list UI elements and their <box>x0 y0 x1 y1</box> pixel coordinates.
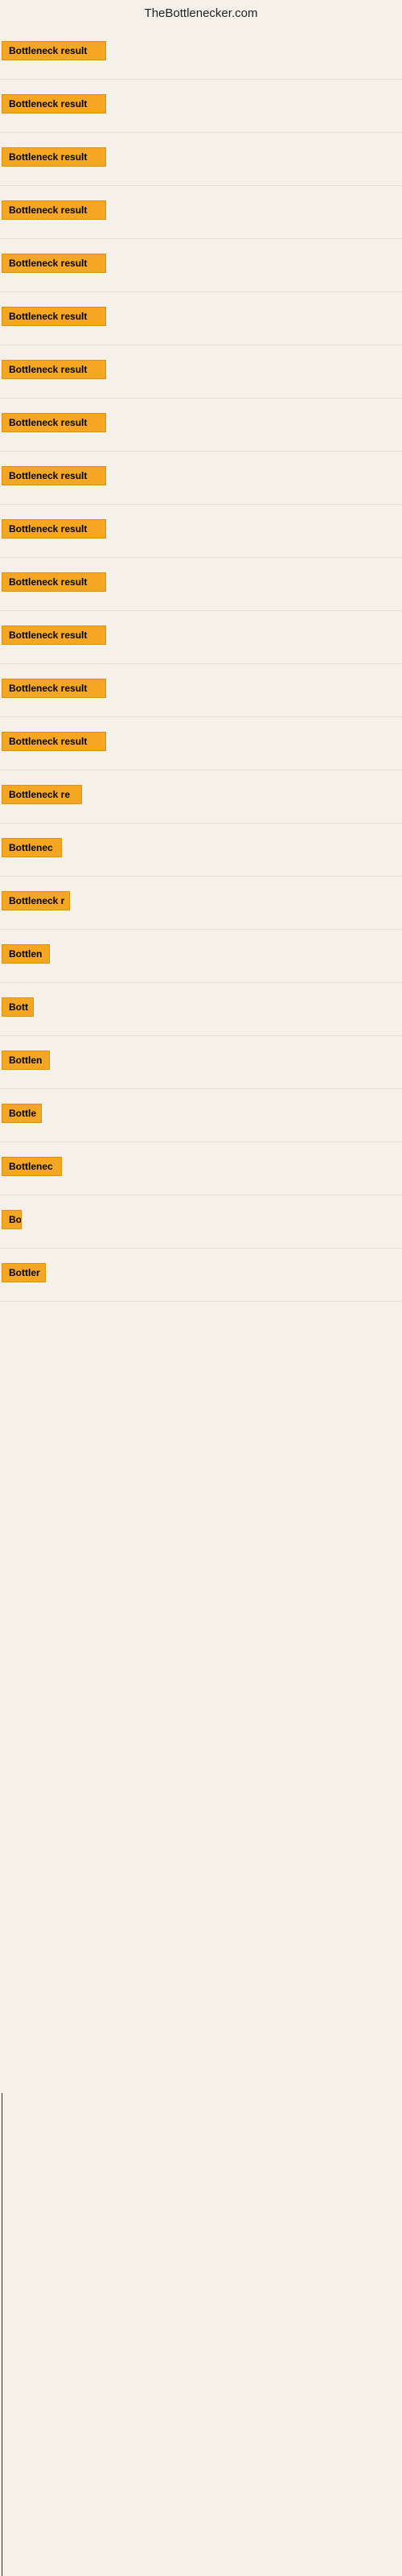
bottleneck-result-bar[interactable]: Bottleneck result <box>2 679 106 698</box>
bottleneck-result-bar[interactable]: Bottleneck re <box>2 785 82 804</box>
list-item: Bottleneck result <box>0 398 402 452</box>
list-item: Bottleneck r <box>0 877 402 930</box>
list-item: Bottleneck result <box>0 452 402 505</box>
list-item: Bottlenec <box>0 1142 402 1195</box>
bottleneck-result-bar[interactable]: Bottlenec <box>2 1157 62 1176</box>
list-item: Bottleneck result <box>0 717 402 770</box>
bottleneck-result-bar[interactable]: Bottleneck result <box>2 41 106 60</box>
bottleneck-result-bar[interactable]: Bottleneck result <box>2 200 106 220</box>
bottleneck-result-bar[interactable]: Bottlen <box>2 944 50 964</box>
bottleneck-result-bar[interactable]: Bottleneck result <box>2 94 106 114</box>
bottleneck-result-bar[interactable]: Bottleneck result <box>2 466 106 485</box>
list-item: Bottleneck result <box>0 80 402 133</box>
site-title: TheBottlenecker.com <box>0 0 402 27</box>
list-item: Bottle <box>0 1089 402 1142</box>
list-item: Bottleneck result <box>0 345 402 398</box>
list-item: Bottler <box>0 1249 402 1302</box>
bottleneck-result-bar[interactable]: Bo <box>2 1210 22 1229</box>
list-item: Bottleneck re <box>0 770 402 824</box>
list-item: Bo <box>0 1195 402 1249</box>
bottleneck-result-bar[interactable]: Bottleneck result <box>2 307 106 326</box>
bottleneck-result-bar[interactable]: Bottleneck result <box>2 732 106 751</box>
bottleneck-result-bar[interactable]: Bott <box>2 997 34 1017</box>
bottleneck-result-bar[interactable]: Bottleneck result <box>2 413 106 432</box>
bottleneck-result-bar[interactable]: Bottleneck r <box>2 891 70 910</box>
list-item: Bottleneck result <box>0 664 402 717</box>
list-item: Bottlen <box>0 1036 402 1089</box>
bottleneck-result-bar[interactable]: Bottlenec <box>2 838 62 857</box>
bottleneck-result-bar[interactable]: Bottle <box>2 1104 42 1123</box>
bottleneck-result-bar[interactable]: Bottleneck result <box>2 519 106 539</box>
list-item: Bottleneck result <box>0 186 402 239</box>
bottleneck-result-bar[interactable]: Bottleneck result <box>2 625 106 645</box>
bottleneck-result-bar[interactable]: Bottleneck result <box>2 360 106 379</box>
list-item: Bottleneck result <box>0 611 402 664</box>
list-item: Bottlen <box>0 930 402 983</box>
list-item: Bottleneck result <box>0 292 402 345</box>
bottleneck-result-bar[interactable]: Bottleneck result <box>2 572 106 592</box>
list-item: Bottleneck result <box>0 239 402 292</box>
bottleneck-result-bar[interactable]: Bottlen <box>2 1051 50 1070</box>
bottleneck-result-bar[interactable]: Bottleneck result <box>2 147 106 167</box>
list-item: Bottleneck result <box>0 558 402 611</box>
list-item: Bottlenec <box>0 824 402 877</box>
list-item: Bottleneck result <box>0 27 402 80</box>
list-item: Bottleneck result <box>0 133 402 186</box>
bottleneck-result-bar[interactable]: Bottleneck result <box>2 254 106 273</box>
list-item: Bott <box>0 983 402 1036</box>
list-item: Bottleneck result <box>0 505 402 558</box>
bottleneck-result-bar[interactable]: Bottler <box>2 1263 46 1282</box>
